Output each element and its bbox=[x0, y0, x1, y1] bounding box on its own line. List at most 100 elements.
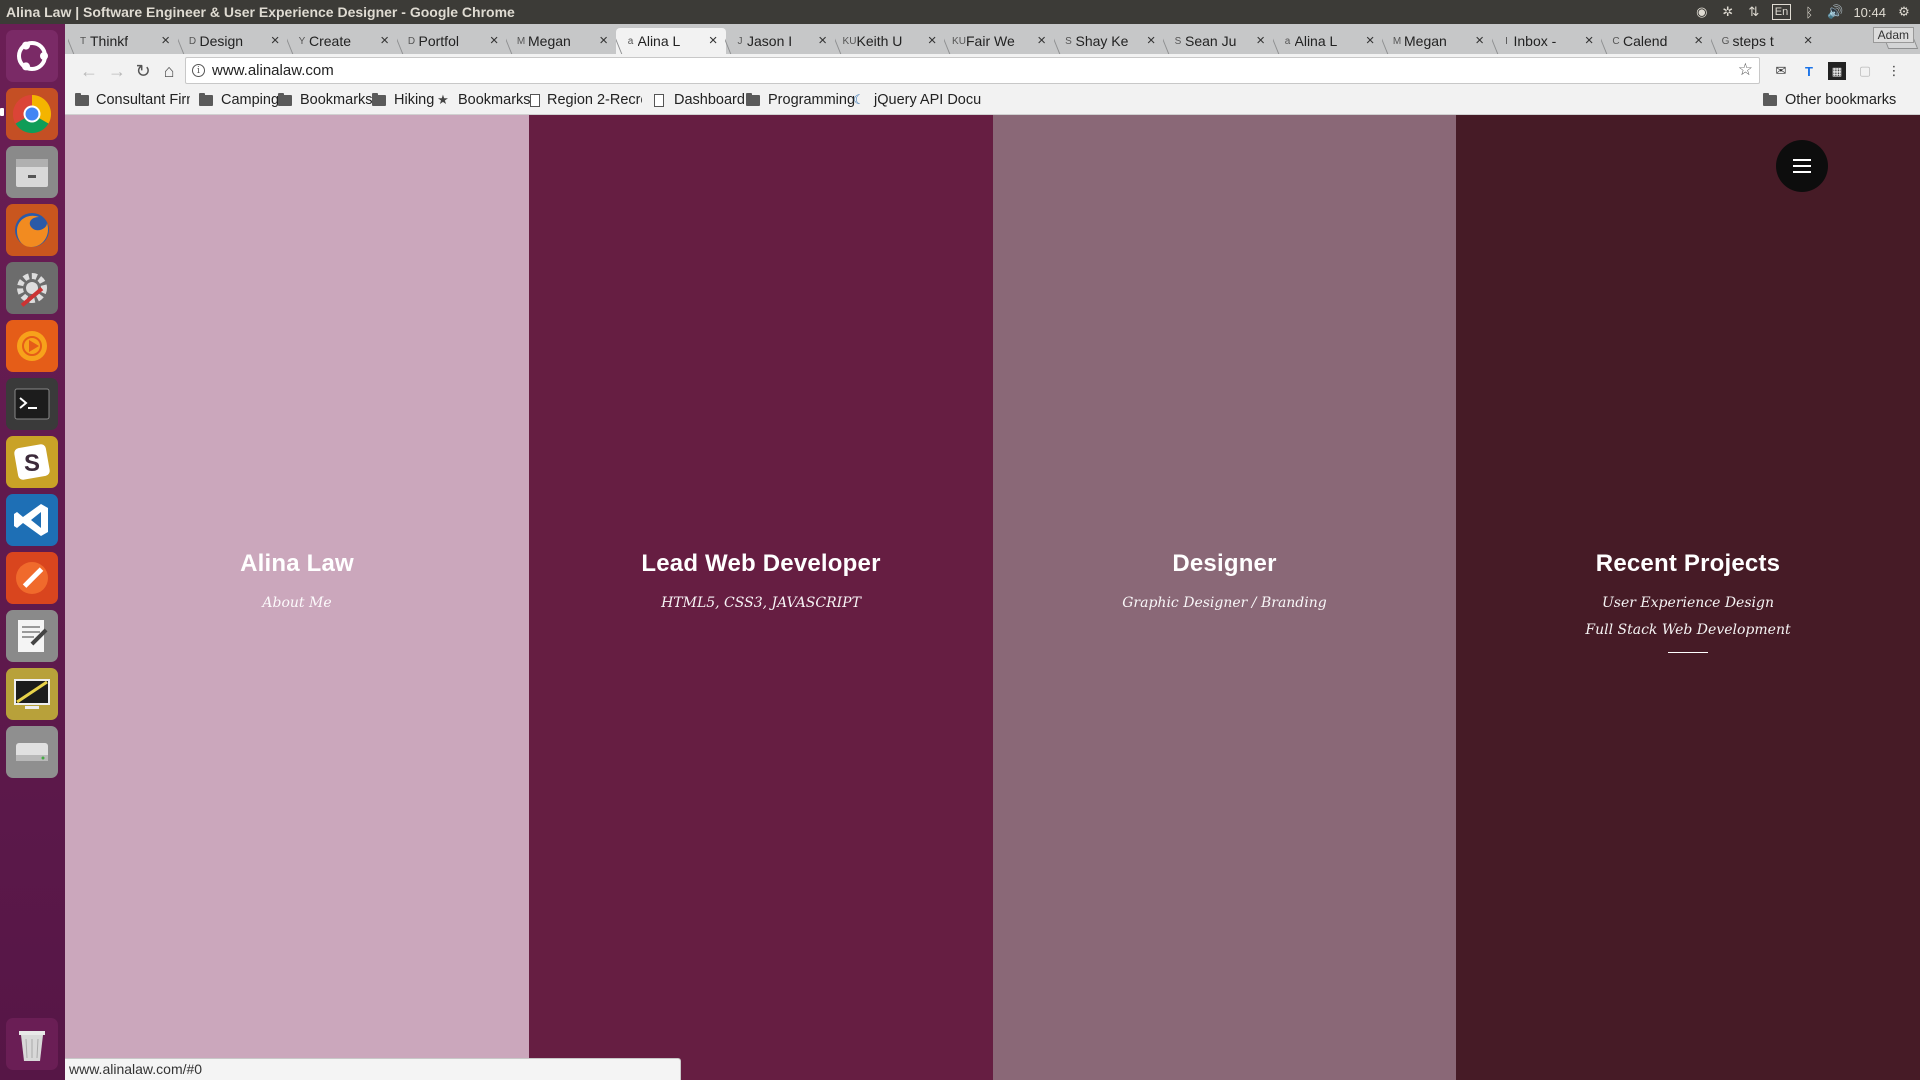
browser-tab[interactable]: S Sean Ju × bbox=[1163, 28, 1273, 54]
browser-tab[interactable]: Y Create × bbox=[287, 28, 397, 54]
home-icon[interactable]: ⌂ bbox=[157, 60, 181, 82]
launcher: S bbox=[0, 24, 65, 1080]
browser-tab[interactable]: C Calend × bbox=[1601, 28, 1711, 54]
text-editor-icon[interactable] bbox=[6, 610, 58, 662]
browser-tab[interactable]: D Portfol × bbox=[397, 28, 507, 54]
bookmark-item[interactable]: Hiking bbox=[371, 92, 434, 108]
page-icon bbox=[651, 93, 667, 107]
tab-close-icon[interactable]: × bbox=[709, 32, 718, 49]
profile-button[interactable]: Adam bbox=[1872, 27, 1914, 43]
folder-icon bbox=[75, 92, 89, 107]
tab-close-icon[interactable]: × bbox=[1585, 32, 1594, 49]
browser-tab[interactable]: KU Fair We × bbox=[944, 28, 1054, 54]
tab-close-icon[interactable]: × bbox=[1366, 32, 1375, 49]
pencil-app-icon[interactable] bbox=[6, 552, 58, 604]
forward-icon[interactable]: → bbox=[105, 60, 129, 82]
tab-label: Create bbox=[309, 33, 352, 49]
bookmark-star-icon[interactable]: ☆ bbox=[1738, 60, 1753, 80]
browser-tab[interactable]: M Megan × bbox=[506, 28, 616, 54]
browser-tab[interactable]: J Jason I × bbox=[725, 28, 835, 54]
system-indicators: ◉ ✲ ⇅ En ᛒ 🔊 10:44 ⚙ bbox=[1694, 3, 1920, 21]
browser-tab[interactable]: a Alina L × bbox=[615, 28, 726, 54]
browser-tab[interactable]: Gsteps t × bbox=[1711, 28, 1821, 54]
screen-display-icon[interactable] bbox=[6, 668, 58, 720]
panel-designer[interactable]: Designer Graphic Designer / Branding bbox=[993, 115, 1456, 1080]
bookmark-item[interactable]: Region 2-Recrea bbox=[530, 92, 642, 108]
network-icon[interactable]: ⇅ bbox=[1746, 3, 1762, 21]
browser-tab[interactable]: M Megan × bbox=[1382, 28, 1492, 54]
tab-close-icon[interactable]: × bbox=[161, 32, 170, 49]
panel-about[interactable]: Alina Law About Me bbox=[65, 115, 529, 1080]
bookmark-item[interactable]: Dashboard bbox=[651, 92, 745, 108]
browser-tab[interactable]: a Alina L × bbox=[1273, 28, 1383, 54]
tab-close-icon[interactable]: × bbox=[1804, 32, 1813, 49]
system-settings-icon[interactable] bbox=[6, 262, 58, 314]
tab-close-icon[interactable]: × bbox=[271, 32, 280, 49]
tab-label: Sean Ju bbox=[1185, 33, 1237, 49]
browser-tab[interactable]: T Thinkf × bbox=[68, 28, 178, 54]
browser-tab[interactable]: KU Keith U × bbox=[835, 28, 945, 54]
bookmark-item[interactable]: Bookmarks bbox=[277, 92, 373, 108]
bookmark-item[interactable]: ★ Bookmarks bbox=[435, 92, 531, 108]
clock[interactable]: 10:44 bbox=[1853, 3, 1886, 21]
tab-close-icon[interactable]: × bbox=[1694, 32, 1703, 49]
extension-grey-icon[interactable]: ▢ bbox=[1856, 62, 1874, 80]
extension-t-icon[interactable]: T bbox=[1800, 62, 1818, 80]
tab-close-icon[interactable]: × bbox=[1037, 32, 1046, 49]
browser-menu-icon[interactable]: ⋮ bbox=[1885, 62, 1903, 80]
tab-close-icon[interactable]: × bbox=[1147, 32, 1156, 49]
other-bookmarks[interactable]: Other bookmarks bbox=[1762, 92, 1896, 108]
firefox-icon[interactable] bbox=[6, 204, 58, 256]
back-icon[interactable]: ← bbox=[77, 60, 101, 82]
bookmark-item[interactable]: Consultant Firm bbox=[75, 92, 190, 108]
bookmark-item[interactable]: Programming bbox=[745, 92, 855, 108]
reload-icon[interactable]: ↻ bbox=[131, 60, 155, 82]
other-bookmarks-label: Other bookmarks bbox=[1785, 92, 1897, 108]
info-icon[interactable]: i bbox=[192, 64, 205, 77]
tab-close-icon[interactable]: × bbox=[928, 32, 937, 49]
bookmark-item[interactable]: Camping bbox=[198, 92, 279, 108]
tab-label: Thinkf bbox=[90, 33, 129, 49]
power-gear-icon[interactable]: ⚙ bbox=[1896, 3, 1912, 21]
browser-tab[interactable]: D Design × bbox=[178, 28, 288, 54]
panel-projects[interactable]: Recent Projects User Experience Design F… bbox=[1456, 115, 1920, 1080]
tab-close-icon[interactable]: × bbox=[599, 32, 608, 49]
ubuntu-dash-icon[interactable] bbox=[6, 30, 58, 82]
panel-developer[interactable]: Lead Web Developer HTML5, CSS3, JAVASCRI… bbox=[529, 115, 993, 1080]
keyboard-layout-indicator[interactable]: En bbox=[1771, 4, 1792, 20]
bluetooth-icon[interactable]: ᛒ bbox=[1801, 3, 1817, 21]
hamburger-menu-button[interactable] bbox=[1776, 140, 1828, 192]
tab-close-icon[interactable]: × bbox=[1256, 32, 1265, 49]
panel-title: Designer bbox=[1172, 550, 1277, 577]
disk-drive-icon[interactable] bbox=[6, 726, 58, 778]
gear-indicator-icon[interactable]: ✲ bbox=[1720, 3, 1736, 21]
browser-tab[interactable]: I Inbox - × bbox=[1492, 28, 1602, 54]
tab-favicon-icon: a bbox=[627, 35, 634, 47]
bookmark-item[interactable]: ☾ jQuery API Docu bbox=[851, 92, 981, 108]
folder-icon bbox=[371, 92, 387, 107]
browser-tab[interactable]: S Shay Ke × bbox=[1054, 28, 1164, 54]
window-title: Alina Law | Software Engineer & User Exp… bbox=[6, 4, 515, 20]
tab-label: Fair We bbox=[966, 33, 1015, 49]
terminal-icon[interactable] bbox=[6, 378, 58, 430]
tab-label: Jason I bbox=[747, 33, 793, 49]
vscode-icon[interactable] bbox=[6, 494, 58, 546]
svg-text:S: S bbox=[24, 450, 40, 477]
tab-close-icon[interactable]: × bbox=[490, 32, 499, 49]
slack-icon[interactable]: S bbox=[6, 436, 58, 488]
files-icon[interactable] bbox=[6, 146, 58, 198]
extension-dark-icon[interactable]: ▦ bbox=[1828, 62, 1846, 80]
tab-close-icon[interactable]: × bbox=[1475, 32, 1484, 49]
chrome-icon[interactable] bbox=[6, 88, 58, 140]
tab-close-icon[interactable]: × bbox=[380, 32, 389, 49]
extension-mail-icon[interactable]: ✉ bbox=[1772, 62, 1790, 80]
trash-icon[interactable] bbox=[6, 1018, 58, 1070]
tab-close-icon[interactable]: × bbox=[818, 32, 827, 49]
folder-icon bbox=[198, 92, 214, 107]
tab-favicon-icon: D bbox=[407, 35, 416, 47]
volume-icon[interactable]: 🔊 bbox=[1827, 3, 1843, 21]
address-bar[interactable]: i www.alinalaw.com ☆ bbox=[185, 57, 1760, 84]
chrome-indicator-icon[interactable]: ◉ bbox=[1694, 3, 1710, 21]
bookmark-label: Bookmarks bbox=[458, 92, 531, 108]
music-player-icon[interactable] bbox=[6, 320, 58, 372]
